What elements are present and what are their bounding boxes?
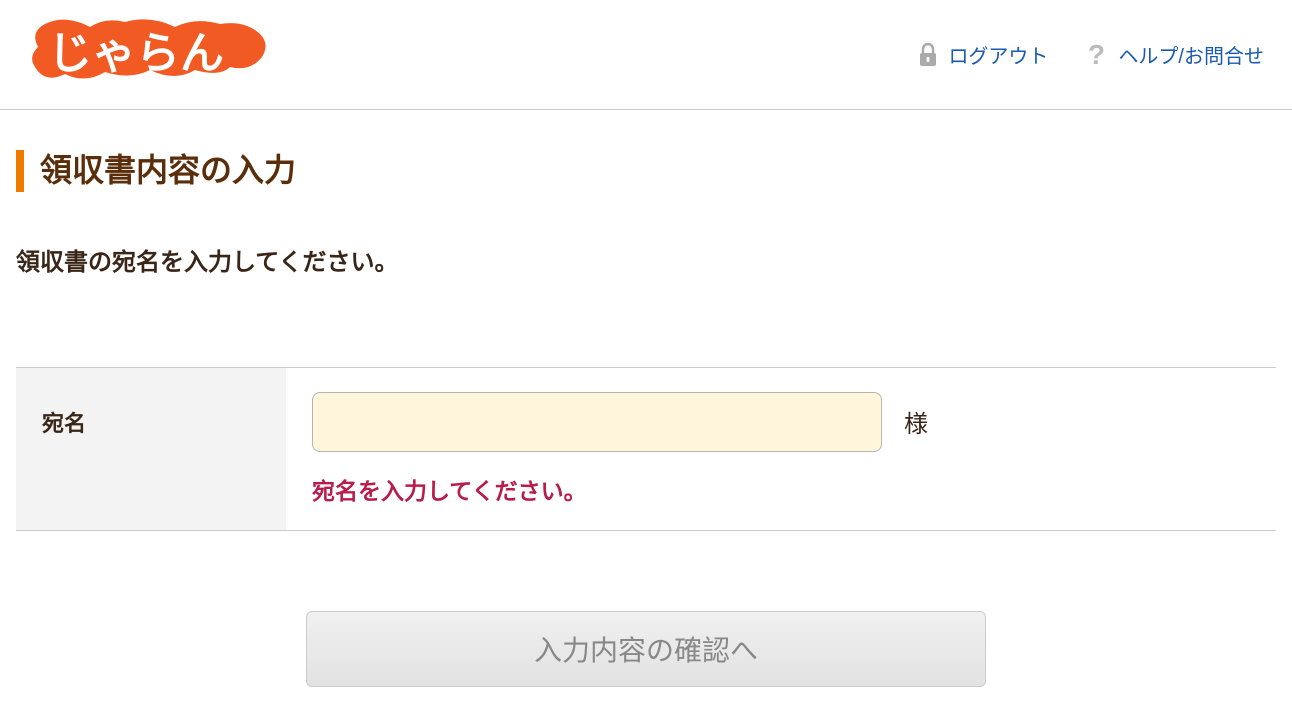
- logo[interactable]: じゃらん: [20, 12, 270, 97]
- lock-icon: [918, 43, 938, 67]
- question-icon: ?: [1084, 43, 1108, 67]
- button-area: 入力内容の確認へ: [16, 611, 1276, 687]
- recipient-row: 宛名 様 宛名を入力してください。: [16, 367, 1276, 531]
- instruction-text: 領収書の宛名を入力してください。: [16, 242, 1276, 277]
- help-label: ヘルプ/お問合せ: [1118, 40, 1264, 69]
- recipient-input[interactable]: [312, 392, 882, 452]
- recipient-input-cell: 様 宛名を入力してください。: [286, 368, 1276, 530]
- logout-link[interactable]: ログアウト: [918, 40, 1048, 69]
- recipient-label: 宛名: [16, 368, 286, 530]
- logout-label: ログアウト: [948, 40, 1048, 69]
- error-message: 宛名を入力してください。: [312, 472, 1250, 506]
- header-links: ログアウト ? ヘルプ/お問合せ: [918, 40, 1264, 69]
- input-row: 様: [312, 392, 1250, 452]
- content: 領収書内容の入力 領収書の宛名を入力してください。 宛名 様 宛名を入力してくだ…: [0, 110, 1292, 727]
- page-title: 領収書内容の入力: [16, 150, 1276, 192]
- recipient-suffix: 様: [904, 404, 928, 439]
- submit-button[interactable]: 入力内容の確認へ: [306, 611, 986, 687]
- help-link[interactable]: ? ヘルプ/お問合せ: [1084, 40, 1264, 69]
- header: じゃらん ログアウト ? ヘルプ/お問合せ: [0, 0, 1292, 110]
- svg-text:じゃらん: じゃらん: [48, 29, 224, 78]
